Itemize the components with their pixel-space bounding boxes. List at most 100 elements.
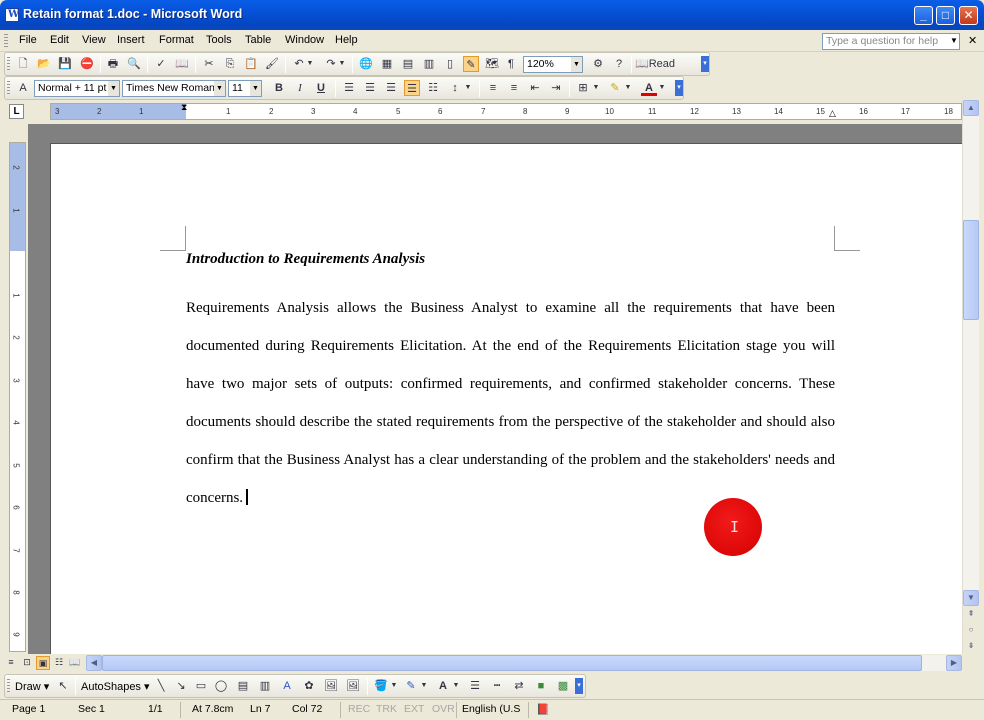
text-box-icon[interactable]: ▤	[235, 678, 251, 694]
print-preview-icon[interactable]: 🔍	[126, 56, 142, 72]
research-icon[interactable]: 📖	[174, 56, 190, 72]
insert-excel-icon[interactable]: ▥	[421, 56, 437, 72]
draw-font-color-dropdown-icon[interactable]: ▼	[451, 678, 461, 694]
close-button[interactable]: ✕	[959, 6, 978, 25]
zoom-select[interactable]: 120% ▼	[523, 56, 583, 73]
font-dropdown-icon[interactable]: ▼	[214, 81, 225, 96]
rectangle-icon[interactable]: ▭	[193, 678, 209, 694]
line-style-icon[interactable]: ☰	[467, 678, 483, 694]
toolbar-options-icon[interactable]: ▾	[701, 56, 709, 72]
italic-icon[interactable]: I	[292, 80, 308, 96]
vertical-scrollbar[interactable]: ▲ ▼ ⇞ ○ ⇟	[962, 100, 979, 654]
decrease-indent-icon[interactable]: ⇤	[527, 80, 543, 96]
help-icon[interactable]: ?	[611, 56, 627, 72]
status-language[interactable]: English (U.S	[462, 703, 520, 715]
status-trk[interactable]: TRK	[376, 703, 397, 715]
arrow-style-icon[interactable]: ⇄	[511, 678, 527, 694]
tab-selector-button[interactable]: L	[9, 104, 24, 119]
increase-indent-icon[interactable]: ⇥	[548, 80, 564, 96]
toolbar-grip-icon[interactable]	[7, 81, 10, 96]
font-color-dropdown-icon[interactable]: ▼	[657, 80, 667, 96]
minimize-button[interactable]: _	[914, 6, 933, 25]
open-icon[interactable]: 📂	[36, 56, 52, 72]
bold-icon[interactable]: B	[271, 80, 287, 96]
save-icon[interactable]: 💾	[57, 56, 73, 72]
toolbar-options-icon[interactable]: ▾	[675, 80, 683, 96]
ask-question-input[interactable]: Type a question for help	[822, 33, 960, 50]
menu-view[interactable]: View	[79, 33, 109, 47]
permission-icon[interactable]: ⛔	[79, 56, 95, 72]
document-body[interactable]: Requirements Analysis allows the Busines…	[186, 289, 835, 517]
line-spacing-dropdown-icon[interactable]: ▼	[463, 80, 473, 96]
web-layout-icon[interactable]: ⊡	[20, 656, 34, 670]
menu-grip-icon[interactable]	[4, 34, 8, 48]
scroll-right-button[interactable]: ▶	[946, 655, 962, 671]
line-color-dropdown-icon[interactable]: ▼	[419, 678, 429, 694]
zoom-dropdown-icon[interactable]: ▼	[571, 57, 582, 72]
align-left-icon[interactable]: ☰	[341, 80, 357, 96]
horizontal-scroll-thumb[interactable]	[102, 655, 922, 671]
menu-help[interactable]: Help	[332, 33, 361, 47]
justify-icon[interactable]: ☰	[404, 80, 420, 96]
numbering-icon[interactable]: ≡	[485, 80, 501, 96]
paste-icon[interactable]: 📋	[243, 56, 259, 72]
oval-icon[interactable]: ◯	[213, 678, 229, 694]
fill-color-dropdown-icon[interactable]: ▼	[389, 678, 399, 694]
status-ext[interactable]: EXT	[404, 703, 424, 715]
format-painter-icon[interactable]: 🖌	[264, 56, 280, 72]
draw-font-color-icon[interactable]: A	[435, 678, 451, 694]
vertical-scroll-thumb[interactable]	[963, 220, 979, 320]
horizontal-ruler[interactable]: 3 2 1 1 2 3 4 5 6 7 8 9 10 11 12 13 14 1…	[50, 102, 962, 120]
font-color-icon[interactable]: A	[641, 80, 657, 96]
align-right-icon[interactable]: ☰	[383, 80, 399, 96]
arrow-icon[interactable]: ↘	[173, 678, 189, 694]
menu-file[interactable]: File	[16, 33, 40, 47]
outline-view-icon[interactable]: ☷	[52, 656, 66, 670]
vertical-ruler[interactable]: 2 1 1 2 3 4 5 6 7 8 9	[9, 142, 26, 652]
borders-icon[interactable]: ⊞	[575, 80, 591, 96]
print-layout-icon[interactable]: ▣	[36, 656, 50, 670]
wordart-icon[interactable]: A	[279, 678, 295, 694]
document-page[interactable]: Introduction to Requirements Analysis Re…	[50, 143, 962, 654]
reading-layout-icon[interactable]: 📖	[68, 656, 82, 670]
horizontal-scrollbar[interactable]: ◀ ▶	[86, 655, 962, 671]
align-center-icon[interactable]: ☰	[362, 80, 378, 96]
picture-icon[interactable]: 🖼	[345, 678, 361, 694]
undo-dropdown-icon[interactable]: ▼	[305, 56, 315, 72]
scroll-up-button[interactable]: ▲	[963, 100, 979, 116]
distributed-icon[interactable]: ☷	[425, 80, 441, 96]
show-hide-icon[interactable]: ¶	[503, 56, 519, 72]
spelling-status-icon[interactable]: 📕	[536, 703, 550, 716]
hyperlink-icon[interactable]: 🌐	[358, 56, 374, 72]
toolbar-grip-icon[interactable]	[7, 57, 10, 72]
status-rec[interactable]: REC	[348, 703, 370, 715]
previous-page-button[interactable]: ⇞	[963, 606, 979, 622]
line-color-icon[interactable]: ✎	[403, 678, 419, 694]
maximize-button[interactable]: □	[936, 6, 955, 25]
cut-icon[interactable]: ✂	[201, 56, 217, 72]
highlight-dropdown-icon[interactable]: ▼	[623, 80, 633, 96]
clip-art-icon[interactable]: 🖼	[323, 678, 339, 694]
print-icon[interactable]: 🖶	[105, 56, 121, 72]
diagram-icon[interactable]: ✿	[301, 678, 317, 694]
spelling-icon[interactable]: ✓	[153, 56, 169, 72]
styles-formatting-icon[interactable]: A	[15, 80, 31, 96]
task-pane-icon[interactable]: ⚙	[590, 56, 606, 72]
status-ovr[interactable]: OVR	[432, 703, 455, 715]
columns-icon[interactable]: ▯	[442, 56, 458, 72]
font-size-select[interactable]: 11 ▼	[228, 80, 262, 97]
indent-marker-icon[interactable]: ⧗	[181, 102, 187, 113]
menu-edit[interactable]: Edit	[47, 33, 72, 47]
toolbar-grip-icon[interactable]	[7, 679, 10, 694]
new-document-icon[interactable]: 🗋	[15, 56, 31, 72]
copy-icon[interactable]: ⎘	[222, 56, 238, 72]
line-spacing-icon[interactable]: ↕	[447, 80, 463, 96]
autoshapes-menu-button[interactable]: AutoShapes ▾	[81, 680, 150, 693]
style-dropdown-icon[interactable]: ▼	[108, 81, 119, 96]
style-select[interactable]: Normal + 11 pt ▼	[34, 80, 120, 97]
menu-table[interactable]: Table	[242, 33, 274, 47]
borders-dropdown-icon[interactable]: ▼	[591, 80, 601, 96]
vertical-text-box-icon[interactable]: ▥	[257, 678, 273, 694]
redo-dropdown-icon[interactable]: ▼	[337, 56, 347, 72]
document-close-icon[interactable]: ✕	[968, 34, 977, 47]
